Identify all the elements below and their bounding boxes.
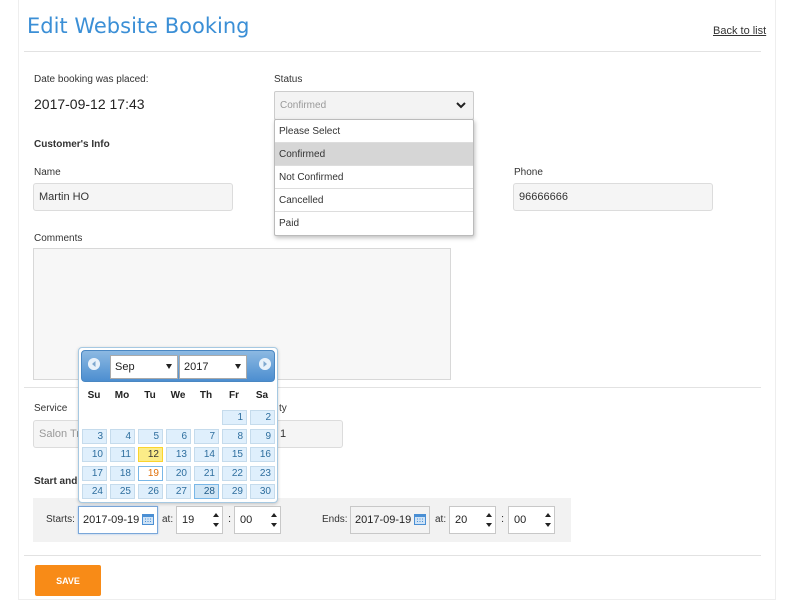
year-select[interactable]: 2017: [179, 355, 247, 379]
start-hour-stepper[interactable]: 19: [176, 506, 223, 534]
next-month-icon[interactable]: [259, 358, 271, 370]
customer-info-heading: Customer's Info: [34, 139, 110, 150]
month-select[interactable]: Sep: [110, 355, 178, 379]
stepper-arrows-icon[interactable]: [270, 509, 278, 531]
stepper-arrows-icon[interactable]: [544, 509, 552, 531]
ends-label: Ends:: [322, 514, 348, 525]
end-time-colon: :: [501, 513, 505, 525]
divider: [24, 51, 761, 52]
page-title: Edit Website Booking: [27, 14, 250, 38]
month-dropdown-arrow-icon: [166, 364, 172, 369]
weekday-header-mo: Mo: [114, 390, 130, 401]
end-date-input[interactable]: 2017-09-19: [350, 506, 430, 534]
calendar-day[interactable]: 17: [82, 465, 107, 481]
calendar-day[interactable]: 22: [222, 465, 247, 481]
start-date-input[interactable]: 2017-09-19: [78, 506, 158, 534]
qty-input[interactable]: 1: [274, 420, 343, 448]
calendar-day[interactable]: 25: [110, 484, 135, 500]
calendar-day[interactable]: 26: [138, 484, 163, 500]
weekday-header-we: We: [170, 390, 186, 401]
calendar-day[interactable]: 12: [138, 447, 163, 463]
weekday-header-sa: Sa: [255, 390, 269, 401]
calendar-day[interactable]: 9: [250, 428, 275, 444]
end-at-label: at:: [435, 514, 447, 525]
name-label: Name: [34, 167, 61, 178]
calendar-day[interactable]: 14: [194, 447, 219, 463]
calendar-day[interactable]: 29: [222, 484, 247, 500]
calendar-day[interactable]: 30: [250, 484, 275, 500]
end-hour-value: 20: [455, 514, 468, 526]
calendar-day[interactable]: 8: [222, 428, 247, 444]
starts-label: Starts:: [46, 514, 75, 525]
qty-label: ty: [279, 403, 287, 414]
start-date-value: 2017-09-19: [83, 514, 140, 526]
calendar-day[interactable]: 19: [138, 465, 163, 481]
weekday-header-fr: Fr: [229, 390, 239, 401]
datepicker-popup: Sep 2017 Su Mo Tu We Th Fr Sa 1 2 3 4 5 6 7 8 9 10 11 12 13…: [78, 347, 278, 503]
prev-month-icon[interactable]: [88, 358, 100, 370]
status-option-not-confirmed[interactable]: Not Confirmed: [275, 166, 473, 189]
calendar-day[interactable]: 6: [166, 428, 191, 444]
start-minute-value: 00: [240, 514, 253, 526]
calendar-icon[interactable]: [142, 513, 154, 525]
save-button[interactable]: SAVE: [35, 565, 101, 596]
start-time-colon: :: [228, 513, 232, 525]
end-minute-value: 00: [514, 514, 527, 526]
start-end-heading: Start and: [34, 476, 78, 487]
calendar-day[interactable]: 5: [138, 428, 163, 444]
calendar-day[interactable]: 18: [110, 465, 135, 481]
comments-label: Comments: [34, 233, 83, 244]
calendar-day[interactable]: 15: [222, 447, 247, 463]
calendar-day[interactable]: 7: [194, 428, 219, 444]
status-option-paid[interactable]: Paid: [275, 212, 473, 235]
month-select-value: Sep: [115, 361, 135, 373]
calendar-day[interactable]: 11: [110, 447, 135, 463]
status-select[interactable]: Confirmed: [274, 91, 474, 120]
weekday-header-tu: Tu: [144, 390, 156, 401]
year-select-value: 2017: [184, 361, 209, 373]
status-option-confirmed[interactable]: Confirmed: [275, 143, 473, 166]
status-option-please-select[interactable]: Please Select: [275, 120, 473, 143]
year-dropdown-arrow-icon: [235, 364, 241, 369]
calendar-day[interactable]: 13: [166, 447, 191, 463]
calendar-day[interactable]: 28: [194, 484, 219, 500]
phone-label: Phone: [514, 167, 543, 178]
calendar-day[interactable]: 3: [82, 428, 107, 444]
weekday-header-th: Th: [199, 390, 213, 401]
service-label: Service: [34, 403, 68, 414]
calendar-day[interactable]: 21: [194, 465, 219, 481]
divider: [24, 555, 761, 556]
start-minute-stepper[interactable]: 00: [234, 506, 281, 534]
datepicker-header: Sep 2017: [81, 350, 275, 382]
status-select-value: Confirmed: [280, 100, 327, 111]
calendar-day[interactable]: 27: [166, 484, 191, 500]
calendar-day[interactable]: 4: [110, 428, 135, 444]
date-placed-value: 2017-09-12 17:43: [34, 96, 145, 112]
calendar-day[interactable]: 10: [82, 447, 107, 463]
calendar-day[interactable]: 20: [166, 465, 191, 481]
start-at-label: at:: [162, 514, 174, 525]
status-label: Status: [274, 74, 303, 85]
phone-input[interactable]: 96666666: [513, 183, 713, 211]
end-hour-stepper[interactable]: 20: [449, 506, 496, 534]
end-minute-stepper[interactable]: 00: [508, 506, 555, 534]
status-option-cancelled[interactable]: Cancelled: [275, 189, 473, 212]
status-dropdown: Please Select Confirmed Not Confirmed Ca…: [274, 119, 474, 236]
calendar-day[interactable]: 16: [250, 447, 275, 463]
calendar-day[interactable]: 24: [82, 484, 107, 500]
name-input[interactable]: Martin HO: [33, 183, 233, 211]
weekday-header-su: Su: [87, 390, 101, 401]
stepper-arrows-icon[interactable]: [485, 509, 493, 531]
start-hour-value: 19: [182, 514, 195, 526]
calendar-day[interactable]: 23: [250, 465, 275, 481]
stepper-arrows-icon[interactable]: [212, 509, 220, 531]
date-placed-label: Date booking was placed:: [34, 74, 149, 85]
back-to-list-link[interactable]: Back to list: [713, 25, 766, 37]
chevron-down-icon: [456, 102, 466, 109]
calendar-icon[interactable]: [414, 513, 426, 525]
calendar-day[interactable]: 1: [222, 410, 247, 425]
end-date-value: 2017-09-19: [355, 514, 412, 526]
calendar-day[interactable]: 2: [250, 410, 275, 425]
